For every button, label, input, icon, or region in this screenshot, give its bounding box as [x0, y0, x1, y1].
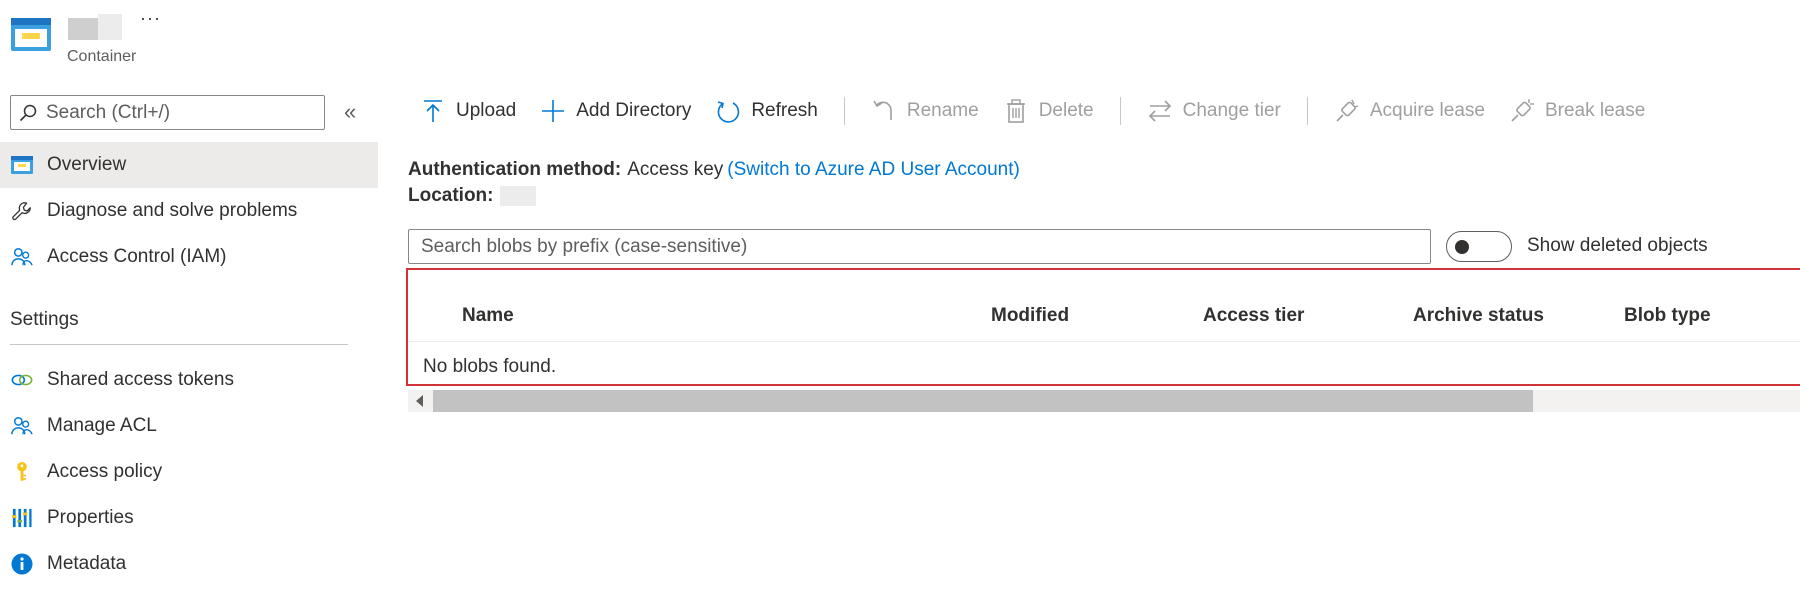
column-header-blob-type[interactable]: Blob type: [1624, 305, 1711, 327]
lease-icon: [1336, 99, 1359, 122]
wrench-icon: [10, 199, 34, 223]
blob-list: Name Modified Access tier Archive status…: [406, 268, 1800, 386]
rename-label: Rename: [906, 100, 979, 121]
show-deleted-label: Show deleted objects: [1527, 235, 1708, 256]
add-directory-button[interactable]: Add Directory: [528, 88, 703, 134]
acquire-lease-button[interactable]: Acquire lease: [1322, 88, 1497, 134]
sidebar-item-diagnose[interactable]: Diagnose and solve problems: [0, 188, 378, 234]
sidebar-item-properties[interactable]: Properties: [0, 495, 378, 541]
toolbar-separator: [1306, 97, 1308, 125]
container-info: Authentication method: Access key (Switch …: [408, 157, 1020, 209]
sidebar-item-label: Diagnose and solve problems: [47, 200, 298, 221]
rename-button[interactable]: Rename: [859, 88, 991, 134]
sidebar-item-label: Manage ACL: [47, 415, 157, 436]
section-divider: [10, 344, 348, 345]
auth-method-value: Access key: [627, 159, 724, 180]
sidebar: « Overview Diagnose and solve problems: [0, 72, 378, 590]
show-deleted-toggle[interactable]: [1446, 231, 1512, 262]
upload-button[interactable]: Upload: [408, 88, 528, 134]
location-label: Location:: [408, 185, 494, 206]
refresh-icon: [717, 101, 740, 123]
sidebar-item-iam[interactable]: Access Control (IAM): [0, 234, 378, 280]
link-icon: [10, 368, 34, 392]
people-icon: [10, 414, 34, 438]
column-header-archive-status[interactable]: Archive status: [1413, 305, 1544, 327]
trash-icon: [1006, 99, 1025, 123]
sidebar-item-metadata[interactable]: Metadata: [0, 541, 378, 587]
column-header-access-tier[interactable]: Access tier: [1203, 305, 1304, 327]
blob-search-input[interactable]: [421, 235, 1411, 258]
rename-icon: [873, 100, 892, 120]
refresh-label: Refresh: [751, 100, 818, 121]
add-directory-label: Add Directory: [576, 100, 692, 121]
container-icon: [11, 18, 51, 51]
refresh-button[interactable]: Refresh: [703, 88, 830, 134]
container-icon: [10, 153, 34, 177]
sidebar-search[interactable]: [10, 95, 325, 130]
swap-arrows-icon: [1148, 100, 1171, 122]
change-tier-label: Change tier: [1182, 100, 1281, 121]
empty-message: No blobs found.: [423, 356, 557, 377]
column-header-modified[interactable]: Modified: [991, 305, 1069, 327]
delete-button[interactable]: Delete: [991, 88, 1106, 134]
break-lease-button[interactable]: Break lease: [1497, 88, 1657, 134]
sidebar-item-label: Properties: [47, 507, 134, 528]
sidebar-item-label: Metadata: [47, 553, 127, 574]
sidebar-item-manage-acl[interactable]: Manage ACL: [0, 403, 378, 449]
auth-method-row: Authentication method: Access key (Switch …: [408, 157, 1020, 183]
plus-icon: [542, 100, 565, 122]
resource-header: ··· Container: [0, 0, 1800, 72]
resource-title-redacted: [68, 14, 122, 40]
location-row: Location:: [408, 183, 1020, 209]
auth-method-label: Authentication method:: [408, 159, 622, 180]
settings-section-header: Settings: [10, 309, 79, 330]
change-tier-button[interactable]: Change tier: [1135, 88, 1293, 134]
sidebar-item-label: Overview: [47, 154, 127, 175]
sidebar-item-label: Access policy: [47, 461, 163, 482]
acquire-lease-label: Acquire lease: [1369, 100, 1485, 121]
resource-type-label: Container: [67, 48, 137, 65]
toggle-knob: [1455, 240, 1469, 254]
location-value-redacted: [499, 185, 536, 206]
sidebar-search-input[interactable]: [46, 101, 316, 124]
command-bar: Upload Add Directory Refresh Rename Dele…: [408, 88, 1657, 134]
blob-list-header: Name Modified Access tier Archive status…: [408, 270, 1800, 342]
break-lease-icon: [1511, 99, 1534, 122]
sidebar-item-overview[interactable]: Overview: [0, 142, 378, 188]
key-icon: [10, 460, 34, 484]
blob-search[interactable]: [408, 229, 1431, 264]
upload-icon: [424, 100, 442, 122]
sidebar-item-label: Shared access tokens: [47, 369, 234, 390]
delete-label: Delete: [1038, 100, 1094, 121]
scrollbar-thumb[interactable]: [433, 390, 1533, 412]
scroll-left-arrow[interactable]: [416, 395, 423, 407]
bars-icon: [10, 506, 34, 530]
search-icon: [19, 104, 37, 121]
people-icon: [10, 245, 34, 269]
column-header-name[interactable]: Name: [462, 305, 514, 327]
toolbar-separator: [1119, 97, 1121, 125]
info-icon: [10, 552, 34, 576]
break-lease-label: Break lease: [1544, 100, 1646, 121]
horizontal-scrollbar[interactable]: [408, 390, 1800, 412]
more-options-button[interactable]: ···: [140, 8, 161, 29]
collapse-sidebar-button[interactable]: «: [344, 100, 356, 124]
sidebar-item-label: Access Control (IAM): [47, 246, 227, 267]
switch-auth-link[interactable]: (Switch to Azure AD User Account): [727, 159, 1020, 180]
upload-label: Upload: [456, 100, 517, 121]
sidebar-item-access-policy[interactable]: Access policy: [0, 449, 378, 495]
toolbar-separator: [843, 97, 845, 125]
sidebar-item-shared-access-tokens[interactable]: Shared access tokens: [0, 357, 378, 403]
